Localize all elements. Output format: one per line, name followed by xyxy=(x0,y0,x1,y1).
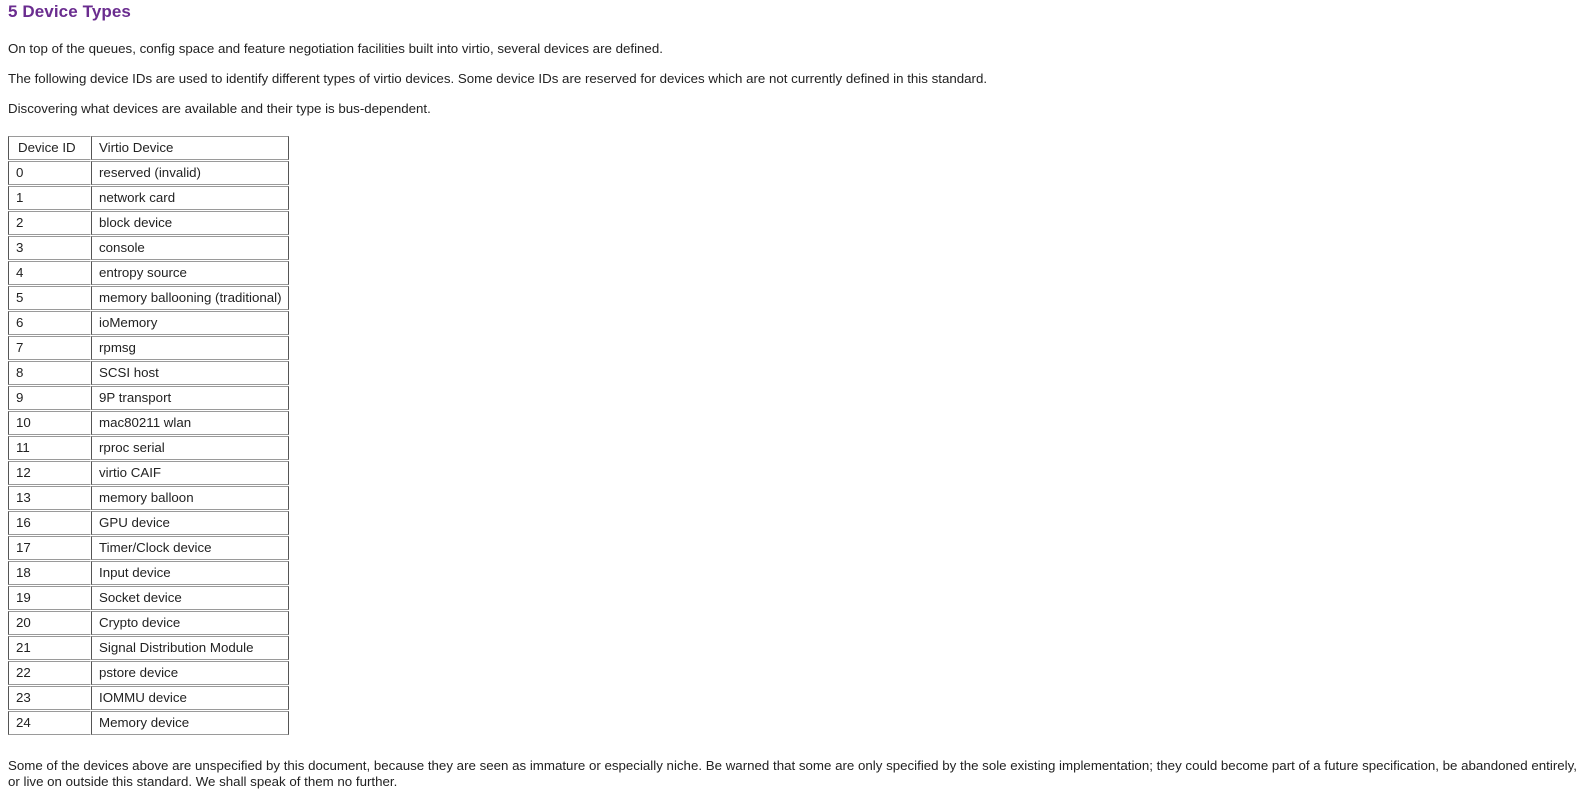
cell-virtio-device: virtio CAIF xyxy=(91,461,289,485)
table-row: 11 rproc serial xyxy=(8,436,289,460)
table-row: 0 reserved (invalid) xyxy=(8,161,289,185)
table-row: 9 9P transport xyxy=(8,386,289,410)
cell-virtio-device: rpmsg xyxy=(91,336,289,360)
document-page: 5 Device Types On top of the queues, con… xyxy=(0,0,1588,790)
table-row: 16 GPU device xyxy=(8,511,289,535)
cell-virtio-device: entropy source xyxy=(91,261,289,285)
cell-virtio-device: GPU device xyxy=(91,511,289,535)
cell-device-id: 23 xyxy=(8,686,91,710)
table-row: 19 Socket device xyxy=(8,586,289,610)
cell-virtio-device: Memory device xyxy=(91,711,289,735)
cell-device-id: 8 xyxy=(8,361,91,385)
cell-device-id: 18 xyxy=(8,561,91,585)
cell-virtio-device: network card xyxy=(91,186,289,210)
table-row: 24 Memory device xyxy=(8,711,289,735)
cell-virtio-device: console xyxy=(91,236,289,260)
cell-virtio-device: Input device xyxy=(91,561,289,585)
table-row: 3 console xyxy=(8,236,289,260)
table-row: 2 block device xyxy=(8,211,289,235)
cell-device-id: 2 xyxy=(8,211,91,235)
table-row: 22 pstore device xyxy=(8,661,289,685)
cell-virtio-device: Crypto device xyxy=(91,611,289,635)
table-row: 18 Input device xyxy=(8,561,289,585)
cell-device-id: 22 xyxy=(8,661,91,685)
table-row: 21 Signal Distribution Module xyxy=(8,636,289,660)
intro-paragraph-1: On top of the queues, config space and f… xyxy=(8,41,663,56)
table-row: 23 IOMMU device xyxy=(8,686,289,710)
cell-virtio-device: block device xyxy=(91,211,289,235)
cell-device-id: 9 xyxy=(8,386,91,410)
device-types-table-container: Device ID Virtio Device 0 reserved (inva… xyxy=(8,117,1580,736)
table-row: 17 Timer/Clock device xyxy=(8,536,289,560)
device-types-table: Device ID Virtio Device 0 reserved (inva… xyxy=(8,135,289,736)
table-row: 20 Crypto device xyxy=(8,611,289,635)
table-row: 4 entropy source xyxy=(8,261,289,285)
intro-paragraph-2: The following device IDs are used to ide… xyxy=(8,71,988,86)
cell-device-id: 21 xyxy=(8,636,91,660)
cell-device-id: 0 xyxy=(8,161,91,185)
cell-device-id: 17 xyxy=(8,536,91,560)
cell-virtio-device: 9P transport xyxy=(91,386,289,410)
cell-virtio-device: Socket device xyxy=(91,586,289,610)
table-header-row: Device ID Virtio Device xyxy=(8,136,289,160)
cell-virtio-device: Timer/Clock device xyxy=(91,536,289,560)
cell-device-id: 12 xyxy=(8,461,91,485)
cell-device-id: 13 xyxy=(8,486,91,510)
cell-device-id: 19 xyxy=(8,586,91,610)
cell-device-id: 20 xyxy=(8,611,91,635)
cell-virtio-device: rproc serial xyxy=(91,436,289,460)
column-header-virtio-device: Virtio Device xyxy=(91,136,289,160)
cell-device-id: 10 xyxy=(8,411,91,435)
table-row: 5 memory ballooning (traditional) xyxy=(8,286,289,310)
cell-virtio-device: memory ballooning (traditional) xyxy=(91,286,289,310)
cell-device-id: 3 xyxy=(8,236,91,260)
cell-device-id: 6 xyxy=(8,311,91,335)
table-row: 12 virtio CAIF xyxy=(8,461,289,485)
table-row: 1 network card xyxy=(8,186,289,210)
cell-virtio-device: mac80211 wlan xyxy=(91,411,289,435)
column-header-device-id: Device ID xyxy=(8,136,91,160)
table-row: 8 SCSI host xyxy=(8,361,289,385)
table-body: Device ID Virtio Device 0 reserved (inva… xyxy=(8,136,289,735)
table-row: 7 rpmsg xyxy=(8,336,289,360)
cell-device-id: 1 xyxy=(8,186,91,210)
cell-device-id: 11 xyxy=(8,436,91,460)
cell-virtio-device: memory balloon xyxy=(91,486,289,510)
cell-virtio-device: ioMemory xyxy=(91,311,289,335)
cell-virtio-device: IOMMU device xyxy=(91,686,289,710)
footer-paragraph: Some of the devices above are unspecifie… xyxy=(8,758,1577,789)
page-title: 5 Device Types xyxy=(8,2,131,21)
cell-device-id: 16 xyxy=(8,511,91,535)
table-row: 6 ioMemory xyxy=(8,311,289,335)
intro-paragraph-3: Discovering what devices are available a… xyxy=(8,101,431,116)
cell-device-id: 4 xyxy=(8,261,91,285)
cell-virtio-device: Signal Distribution Module xyxy=(91,636,289,660)
cell-device-id: 5 xyxy=(8,286,91,310)
cell-virtio-device: pstore device xyxy=(91,661,289,685)
cell-virtio-device: SCSI host xyxy=(91,361,289,385)
cell-virtio-device: reserved (invalid) xyxy=(91,161,289,185)
cell-device-id: 7 xyxy=(8,336,91,360)
table-row: 13 memory balloon xyxy=(8,486,289,510)
table-row: 10 mac80211 wlan xyxy=(8,411,289,435)
cell-device-id: 24 xyxy=(8,711,91,735)
